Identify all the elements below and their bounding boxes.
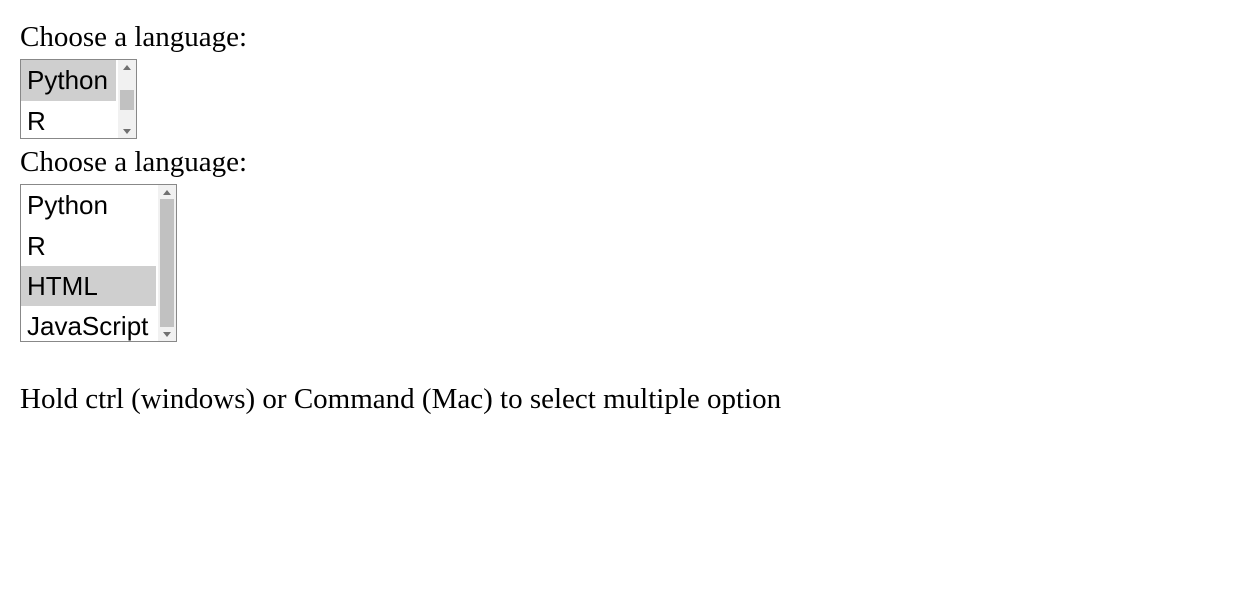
- scroll-up-button[interactable]: [158, 185, 176, 199]
- label-language-1: Choose a language:: [20, 18, 1218, 57]
- scrollbar[interactable]: [158, 185, 176, 341]
- list-option[interactable]: HTML: [21, 266, 156, 306]
- scrollbar[interactable]: [118, 60, 136, 138]
- caret-up-icon: [123, 65, 131, 70]
- label-language-2: Choose a language:: [20, 143, 1218, 182]
- caret-down-icon: [163, 332, 171, 337]
- hint-text: Hold ctrl (windows) or Command (Mac) to …: [20, 380, 1218, 419]
- scrollbar-thumb[interactable]: [120, 90, 134, 110]
- list-option[interactable]: Python: [21, 60, 116, 100]
- scroll-down-button[interactable]: [158, 327, 176, 341]
- list-option[interactable]: R: [21, 101, 116, 141]
- scrollbar-thumb[interactable]: [160, 199, 174, 327]
- language-listbox-2[interactable]: PythonRHTMLJavaScript: [20, 184, 177, 342]
- caret-up-icon: [163, 190, 171, 195]
- scroll-down-button[interactable]: [118, 124, 136, 138]
- list-option[interactable]: JavaScript: [21, 306, 156, 346]
- scroll-up-button[interactable]: [118, 60, 136, 74]
- list-option[interactable]: Python: [21, 185, 156, 225]
- list-option[interactable]: R: [21, 226, 156, 266]
- language-listbox-1[interactable]: PythonR: [20, 59, 137, 139]
- caret-down-icon: [123, 129, 131, 134]
